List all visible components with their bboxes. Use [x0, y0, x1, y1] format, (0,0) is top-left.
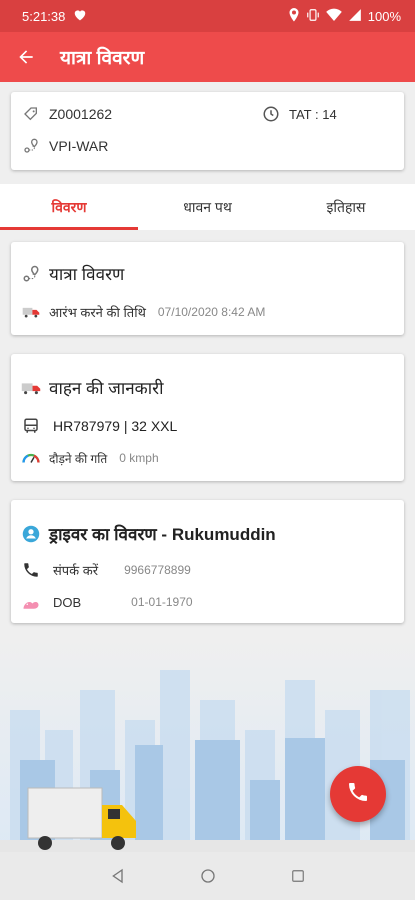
wifi-icon — [325, 8, 342, 24]
back-arrow-icon[interactable] — [14, 45, 38, 69]
route-icon — [21, 264, 41, 284]
nav-back-icon[interactable] — [108, 866, 128, 886]
clock-icon — [261, 104, 281, 124]
contact-label: संपर्क करें — [53, 563, 99, 578]
vehicle-title: वाहन की जानकारी — [49, 379, 164, 398]
battery-text: 100% — [367, 8, 401, 24]
trip-details-card: यात्रा विवरण आरंभ करने की तिथि 07/10/202… — [11, 242, 404, 335]
tab-route[interactable]: धावन पथ — [138, 184, 277, 230]
tat-text: TAT : 14 — [289, 106, 337, 122]
signal-icon — [348, 8, 362, 25]
call-button[interactable] — [330, 766, 386, 822]
page-title: यात्रा विवरण — [60, 48, 145, 69]
tab-details[interactable]: विवरण — [0, 184, 138, 230]
heart-icon — [73, 8, 87, 24]
truck-icon — [21, 302, 41, 322]
trip-id: Z0001262 — [49, 106, 113, 122]
tag-icon — [21, 104, 41, 124]
speed-value: 0 kmph — [119, 451, 159, 465]
app-bar: यात्रा विवरण — [0, 32, 415, 82]
status-bar: 5:21:38 100% — [0, 0, 415, 32]
tab-indicator — [0, 227, 138, 230]
system-nav-bar — [0, 852, 415, 900]
dob-label: DOB — [53, 594, 82, 610]
phone-icon — [346, 780, 370, 809]
start-date-value: 07/10/2020 8:42 AM — [157, 305, 266, 319]
cake-icon — [21, 592, 41, 612]
trip-details-title: यात्रा विवरण — [49, 265, 125, 284]
driver-card: ड्राइवर का विवरण - Rukumuddin संपर्क करे… — [11, 500, 404, 623]
user-icon — [21, 524, 41, 544]
location-icon — [288, 7, 300, 25]
summary-card: Z0001262 TAT : 14 VPI-WAR — [11, 92, 404, 170]
vehicle-number: HR787979 | 32 XXL — [53, 418, 178, 434]
dob-value: 01-01-1970 — [131, 595, 193, 609]
bus-icon — [21, 416, 41, 436]
contact-value[interactable]: 9966778899 — [124, 563, 191, 577]
nav-home-icon[interactable] — [198, 866, 218, 886]
tab-history[interactable]: इतिहास — [277, 184, 415, 230]
vibrate-icon — [306, 8, 320, 25]
driver-title: ड्राइवर का विवरण - Rukumuddin — [49, 525, 276, 544]
phone-icon — [21, 560, 41, 580]
route-icon — [21, 136, 41, 156]
nav-recents-icon[interactable] — [288, 866, 308, 886]
route-text: VPI-WAR — [49, 138, 109, 154]
speed-label: दौड़ने की गति — [49, 451, 108, 466]
truck-icon — [21, 378, 41, 398]
speedometer-icon — [21, 448, 41, 468]
tab-bar: विवरण धावन पथ इतिहास — [0, 184, 415, 230]
status-time: 5:21:38 — [22, 8, 66, 24]
start-date-label: आरंभ करने की तिथि — [49, 305, 146, 320]
vehicle-card: वाहन की जानकारी HR787979 | 32 XXL दौड़ने… — [11, 354, 404, 481]
